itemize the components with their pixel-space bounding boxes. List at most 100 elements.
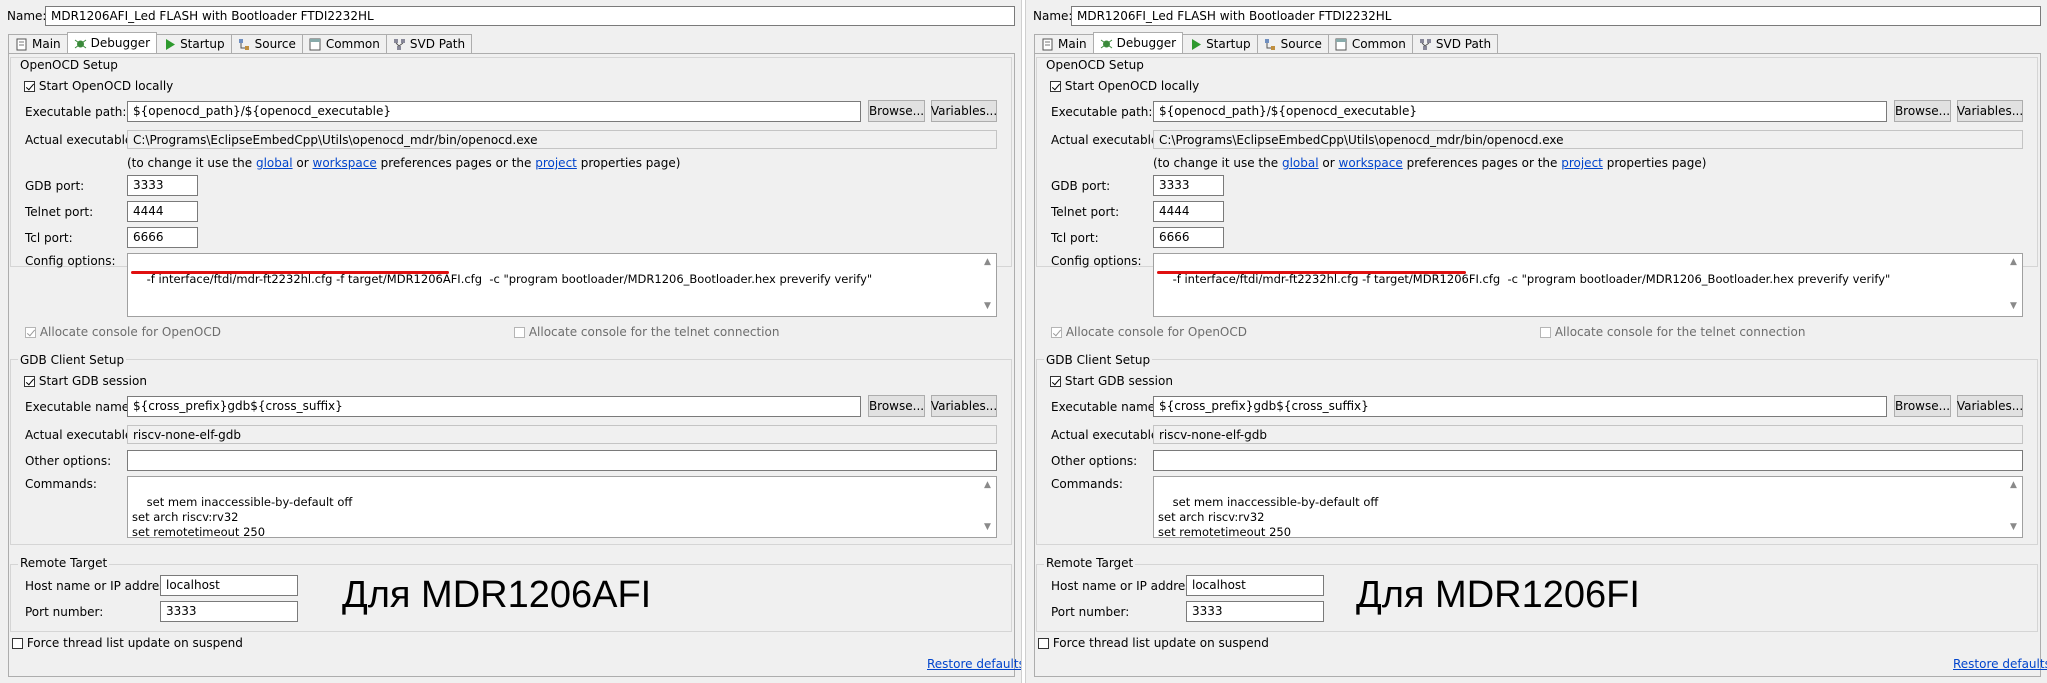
launch-config-panel-mdr1206fi: Name: MDR1206FI_Led FLASH with Bootloade… — [1026, 0, 2047, 683]
checkbox-disabled-icon — [1540, 327, 1551, 338]
commands-scrollbar[interactable]: ▲ ▼ — [981, 477, 996, 537]
tab-bar: Main Debugger Startup Source Common SVD … — [1034, 32, 1499, 53]
scroll-down-icon: ▼ — [984, 301, 991, 311]
gdb-browse-button[interactable]: Browse... — [868, 395, 925, 417]
tcl-port-input[interactable]: 6666 — [127, 227, 198, 248]
start-gdb-session-checkbox[interactable]: Start GDB session — [24, 374, 147, 388]
actual-executable-label: Actual executable: — [25, 133, 137, 147]
other-options-label: Other options: — [25, 454, 112, 468]
checkbox-unchecked-icon — [12, 638, 23, 649]
tab-common[interactable]: Common — [301, 34, 387, 53]
commands-label: Commands: — [1051, 477, 1123, 491]
global-link[interactable]: global — [1282, 156, 1319, 170]
tab-common[interactable]: Common — [1327, 34, 1413, 53]
other-options-input[interactable] — [1153, 450, 2023, 471]
start-gdb-session-checkbox[interactable]: Start GDB session — [1050, 374, 1173, 388]
restore-defaults-link[interactable]: Restore defaults — [927, 657, 1021, 671]
openocd-browse-button[interactable]: Browse... — [868, 100, 925, 122]
config-options-textarea[interactable]: -f interface/ftdi/mdr-ft2232hl.cfg -f ta… — [127, 253, 997, 317]
openocd-variables-button[interactable]: Variables... — [931, 100, 997, 122]
host-name-input[interactable]: localhost — [160, 575, 298, 596]
allocate-telnet-label: Allocate console for the telnet connecti… — [1554, 325, 1806, 339]
tab-debugger[interactable]: Debugger — [66, 32, 158, 53]
checkbox-disabled-icon — [514, 327, 525, 338]
port-number-input[interactable]: 3333 — [1186, 601, 1324, 622]
tab-svd-path-label: SVD Path — [1435, 37, 1492, 51]
config-options-scrollbar[interactable]: ▲ ▼ — [981, 254, 996, 316]
debugger-icon — [1100, 37, 1113, 50]
tab-source[interactable]: Source — [1256, 34, 1329, 53]
tab-main[interactable]: Main — [1034, 34, 1094, 53]
checkbox-checked-icon — [24, 81, 35, 92]
gdb-port-input[interactable]: 3333 — [1153, 175, 1224, 196]
preferences-note: (to change it use the global or workspac… — [127, 156, 680, 170]
telnet-port-input[interactable]: 4444 — [1153, 201, 1224, 222]
checkbox-disabled-checked-icon — [25, 327, 36, 338]
workspace-link[interactable]: workspace — [313, 156, 377, 170]
force-thread-update-checkbox[interactable]: Force thread list update on suspend — [1038, 636, 1269, 650]
gdb-browse-button[interactable]: Browse... — [1894, 395, 1951, 417]
openocd-browse-button[interactable]: Browse... — [1894, 100, 1951, 122]
gdb-variables-button[interactable]: Variables... — [931, 395, 997, 417]
start-openocd-checkbox[interactable]: Start OpenOCD locally — [24, 79, 173, 93]
configuration-name-input[interactable]: MDR1206AFI_Led FLASH with Bootloader FTD… — [45, 6, 1015, 26]
tab-startup[interactable]: Startup — [1182, 34, 1258, 53]
config-options-label: Config options: — [1051, 254, 1142, 268]
commands-textarea[interactable]: set mem inaccessible-by-default off set … — [1153, 476, 2023, 538]
project-link[interactable]: project — [1561, 156, 1603, 170]
port-number-input[interactable]: 3333 — [160, 601, 298, 622]
tab-common-label: Common — [1351, 37, 1406, 51]
scroll-down-icon: ▼ — [2010, 301, 2017, 311]
checkbox-disabled-checked-icon — [1051, 327, 1062, 338]
tab-source-label: Source — [254, 37, 296, 51]
gdb-client-setup-title: GDB Client Setup — [18, 353, 127, 367]
note-middle: preferences pages or the — [380, 156, 532, 170]
gdb-variables-button[interactable]: Variables... — [1957, 395, 2023, 417]
debugger-icon — [74, 37, 87, 50]
tab-source[interactable]: Source — [230, 34, 303, 53]
tab-main[interactable]: Main — [8, 34, 68, 53]
red-underline-highlight — [131, 271, 449, 274]
tab-source-label: Source — [1280, 37, 1322, 51]
global-link[interactable]: global — [256, 156, 293, 170]
executable-name-label: Executable name: — [1051, 400, 1160, 414]
other-options-label: Other options: — [1051, 454, 1138, 468]
executable-path-input[interactable]: ${openocd_path}/${openocd_executable} — [1153, 101, 1887, 122]
openocd-variables-button[interactable]: Variables... — [1957, 100, 2023, 122]
executable-name-input[interactable]: ${cross_prefix}gdb${cross_suffix} — [1153, 396, 1887, 417]
host-name-label: Host name or IP address: — [25, 579, 176, 593]
config-options-text: -f interface/ftdi/mdr-ft2232hl.cfg -f ta… — [1172, 272, 1891, 286]
commands-textarea[interactable]: set mem inaccessible-by-default off set … — [127, 476, 997, 538]
telnet-port-label: Telnet port: — [1051, 205, 1120, 219]
red-underline-highlight — [1157, 271, 1466, 274]
gdb-actual-executable-value: riscv-none-elf-gdb — [1153, 425, 2023, 444]
executable-path-label: Executable path: — [25, 105, 127, 119]
gdb-actual-executable-value: riscv-none-elf-gdb — [127, 425, 997, 444]
start-openocd-checkbox[interactable]: Start OpenOCD locally — [1050, 79, 1199, 93]
other-options-input[interactable] — [127, 450, 997, 471]
remote-target-title: Remote Target — [18, 556, 110, 570]
project-link[interactable]: project — [535, 156, 577, 170]
config-options-scrollbar[interactable]: ▲ ▼ — [2007, 254, 2022, 316]
executable-path-input[interactable]: ${openocd_path}/${openocd_executable} — [127, 101, 861, 122]
gdb-port-input[interactable]: 3333 — [127, 175, 198, 196]
tab-startup[interactable]: Startup — [156, 34, 232, 53]
tab-debugger-label: Debugger — [90, 36, 151, 50]
tab-svd-path[interactable]: SVD Path — [385, 34, 473, 53]
tab-svd-path[interactable]: SVD Path — [1411, 34, 1499, 53]
config-options-textarea[interactable]: -f interface/ftdi/mdr-ft2232hl.cfg -f ta… — [1153, 253, 2023, 317]
commands-scrollbar[interactable]: ▲ ▼ — [2007, 477, 2022, 537]
common-icon — [1335, 38, 1348, 51]
restore-defaults-link[interactable]: Restore defaults — [1953, 657, 2047, 671]
workspace-link[interactable]: workspace — [1339, 156, 1403, 170]
tab-debugger[interactable]: Debugger — [1092, 32, 1184, 53]
actual-executable-value: C:\Programs\EclipseEmbedCpp\Utils\openoc… — [127, 130, 997, 149]
scroll-down-icon: ▼ — [984, 522, 991, 532]
executable-name-input[interactable]: ${cross_prefix}gdb${cross_suffix} — [127, 396, 861, 417]
host-name-input[interactable]: localhost — [1186, 575, 1324, 596]
telnet-port-input[interactable]: 4444 — [127, 201, 198, 222]
configuration-name-input[interactable]: MDR1206FI_Led FLASH with Bootloader FTDI… — [1071, 6, 2041, 26]
tab-main-label: Main — [32, 37, 61, 51]
force-thread-update-checkbox[interactable]: Force thread list update on suspend — [12, 636, 243, 650]
tcl-port-input[interactable]: 6666 — [1153, 227, 1224, 248]
